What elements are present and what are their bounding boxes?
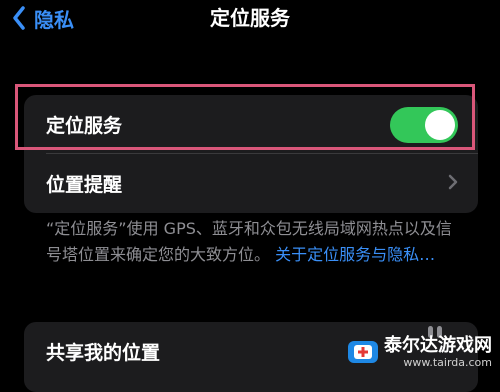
game-controller-logo-icon [348, 341, 378, 363]
chevron-right-icon [448, 174, 458, 190]
location-settings-group: 定位服务 位置提醒 [24, 95, 478, 213]
toggle-knob [425, 110, 455, 140]
privacy-link[interactable]: 关于定位服务与隐私… [275, 245, 435, 264]
footer-description: “定位服务”使用 GPS、蓝牙和众包无线局域网热点以及信号塔位置来确定您的大致方… [46, 216, 466, 268]
share-my-location-label: 共享我的位置 [46, 341, 161, 364]
watermark-url: www.tairda.com [403, 355, 492, 369]
page-title: 定位服务 [210, 6, 290, 30]
location-services-label: 定位服务 [46, 114, 123, 137]
location-alerts-label: 位置提醒 [46, 173, 123, 196]
location-services-row: 定位服务 [24, 95, 478, 153]
watermark-name: 泰尔达游戏网 [384, 334, 492, 356]
location-alerts-row[interactable]: 位置提醒 [24, 154, 478, 212]
navigation-bar: 隐私 定位服务 [0, 0, 500, 40]
location-services-toggle[interactable] [390, 107, 458, 143]
watermark: 泰尔达游戏网 www.tairda.com [346, 335, 492, 369]
